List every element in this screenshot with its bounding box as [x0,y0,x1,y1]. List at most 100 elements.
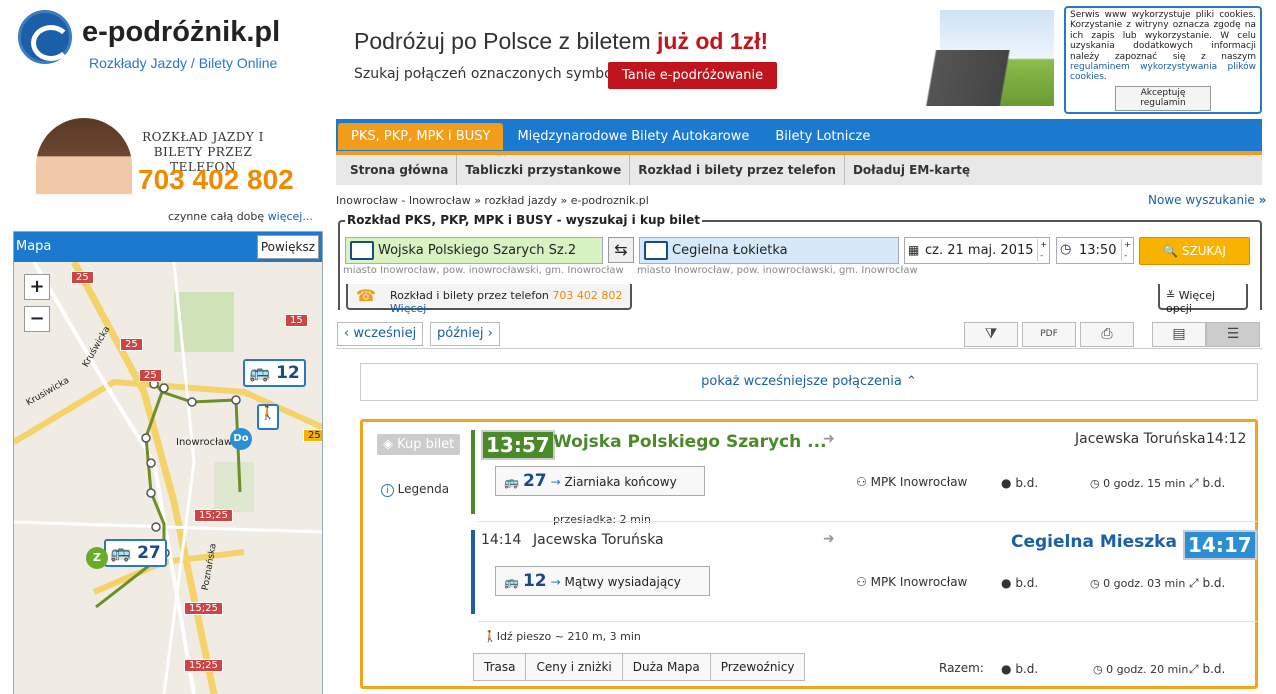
total-duration: ◷ 0 godz. 20 min [1093,663,1189,676]
nav-phone-tickets[interactable]: Rozkład i bilety przez telefon [630,155,845,185]
road-label: 25 [303,429,322,442]
zoom-in-button[interactable]: + [24,274,50,300]
bus-line-marker[interactable]: 🚌 12 [243,359,306,387]
leg-bar [471,530,475,614]
distance: ⤢ b.d. [1189,476,1226,490]
map-view-button[interactable]: ▤ [1152,322,1206,347]
new-search-link[interactable]: Nowe wyszukanie » [1148,193,1266,207]
earlier-button[interactable]: ‹ wcześniej [337,322,424,346]
departure-stop[interactable]: Wojska Polskiego Szarych ... [553,432,827,452]
legend-link[interactable]: i Legenda [381,482,449,497]
pdf-button[interactable]: PDF [1022,322,1076,347]
place-label: Inowrocław [176,437,233,448]
arrival-stop[interactable]: Cegielna Mieszka I [1011,532,1189,552]
cookie-policy-link[interactable]: regulaminem wykorzystywania plików cooki… [1070,62,1256,82]
map-title: Mapa [16,239,52,254]
later-button[interactable]: później › [430,322,500,346]
price: ● b.d. [1001,476,1039,490]
nav-home[interactable]: Strona główna [342,155,458,185]
tab-carriers[interactable]: Przewoźnicy [709,653,806,681]
clock-icon: ◷ [1060,242,1072,257]
map-header: Mapa Powiększ [14,232,322,262]
tab-big-map[interactable]: Duża Mapa [621,653,711,681]
tab-flights[interactable]: Bilety Lotnicze [763,120,882,153]
total-distance: ⤢ b.d. [1189,662,1226,676]
to-input[interactable]: Cegielna Łokietka [639,237,899,264]
map-icon: ▤ [1172,326,1186,342]
phone-more-link[interactable]: Więcej [390,302,426,315]
arrival-time: 14:17 [1183,530,1257,560]
start-pin-icon[interactable]: Z [86,547,108,569]
filter-icon: ⧩ [984,326,998,342]
ticket-icon: ◈ [383,437,393,452]
accept-cookies-button[interactable]: Akceptuję regulamin [1115,85,1211,111]
magnifier-icon: 🔍 [1163,244,1179,258]
promo-banner[interactable]: Podróżuj po Polsce z biletem już od 1zł!… [340,10,1054,106]
timer-icon: ◷ [1093,663,1103,676]
time-spinner[interactable]: + - [1121,239,1131,261]
enlarge-map-button[interactable]: Powiększ [256,235,319,259]
banner-road [880,50,1054,106]
operator: ⚇ MPK Inowrocław [856,475,968,489]
arrival-stop: Jacewska Toruńska [1075,431,1206,447]
bus-line-marker[interactable]: 🚌 27 [104,539,167,567]
banner-subline: Szukaj połączeń oznaczonych symbolem [354,66,639,82]
buy-ticket-button[interactable]: ◈ Kup bilet [377,434,461,455]
logo-icon[interactable] [18,10,72,64]
phone-icon: ☎ [356,286,376,305]
operator-icon: ⚇ [856,575,867,589]
phone-more-link[interactable]: więcej... [268,210,313,223]
phone-hours: czynne całą dobę więcej... [168,210,313,223]
cheap-travel-button[interactable]: Tanie e-podróżowanie [608,62,778,89]
more-options-button[interactable]: ≚ Więcej opcji [1158,284,1248,315]
swap-button[interactable]: ⇆ [608,237,634,263]
tab-pks-pkp-mpk-busy[interactable]: PKS, PKP, MPK i BUSY [338,123,504,150]
swap-icon: ⇆ [614,240,628,259]
print-button[interactable]: ⎙ [1080,322,1134,347]
departure-time: 14:14 [481,532,522,548]
banner-headline: Podróżuj po Polsce z biletem już od 1zł! [354,28,769,54]
date-input[interactable]: ▦ cz. 21 maj. 2015 + - [904,237,1050,264]
phone-tab[interactable]: ☎ Rozkład i bilety przez telefon 703 402… [346,284,632,315]
divider [336,348,1262,349]
from-input[interactable]: Wojska Polskiego Szarych Sz.2 [345,237,603,264]
route-map[interactable]: + − 25 25 25 15 25 15;25 15;25 15;25 Ino… [14,262,322,694]
price: ● b.d. [1001,576,1039,590]
chevron-down-icon: ≚ [1166,289,1176,302]
date-spinner[interactable]: + - [1037,239,1047,261]
cookie-notice: Serwis www wykorzystuje pliki cookies. K… [1064,6,1262,114]
double-chevron-icon: » [1258,193,1267,207]
phone-number[interactable]: 703 402 802 [138,164,294,196]
total-price: ● b.d. [1001,662,1039,676]
filter-button[interactable]: ⧩ [964,322,1018,347]
line-button[interactable]: 🚌 12 → Mątwy wysiadający [495,566,710,596]
tab-route[interactable]: Trasa [473,653,527,681]
road-label: 15;25 [194,509,233,522]
nav-stop-boards[interactable]: Tabliczki przystankowe [457,155,631,185]
bus-icon: 🚌 [504,475,519,489]
destination-pin-icon[interactable]: Do [230,428,252,450]
duration: ◷ 0 godz. 15 min [1090,477,1186,490]
nav-topup-emcard[interactable]: Doładuj EM-kartę [845,155,978,185]
tab-prices[interactable]: Ceny i zniżki [525,653,623,681]
search-panel-title: Rozkład PKS, PKP, MPK i BUSY - wyszukaj … [345,213,702,227]
printer-icon: ⎙ [1101,326,1113,342]
coins-icon: ● [1001,662,1012,676]
from-location-sub: miasto Inowrocław, pow. inowrocławski, g… [343,265,624,276]
time-input[interactable]: ◷ 13:50 + - [1056,237,1134,264]
road-label: 25 [120,338,143,351]
zoom-out-button[interactable]: − [24,306,50,332]
brand-tagline: Rozkłady Jazdy / Bilety Online [89,55,278,71]
brand-name[interactable]: e-podróżnik.pl [82,16,280,49]
tab-international-bus[interactable]: Międzynarodowe Bilety Autokarowe [505,120,761,153]
line-button[interactable]: 🚌 27 → Ziarniaka końcowy [495,466,705,496]
departure-time: 13:57 [481,430,555,460]
list-view-button[interactable]: ☰ [1206,322,1260,347]
show-earlier-button[interactable]: pokaż wcześniejsze połączenia ⌃ [360,363,1258,401]
chevron-up-icon: ⌃ [905,374,917,389]
leg-bar [471,430,475,514]
search-button[interactable]: 🔍 SZUKAJ [1139,237,1250,265]
total-label: Razem: [939,661,984,675]
arrow-right-icon: ➜ [823,431,835,447]
timer-icon: ◷ [1090,577,1100,590]
